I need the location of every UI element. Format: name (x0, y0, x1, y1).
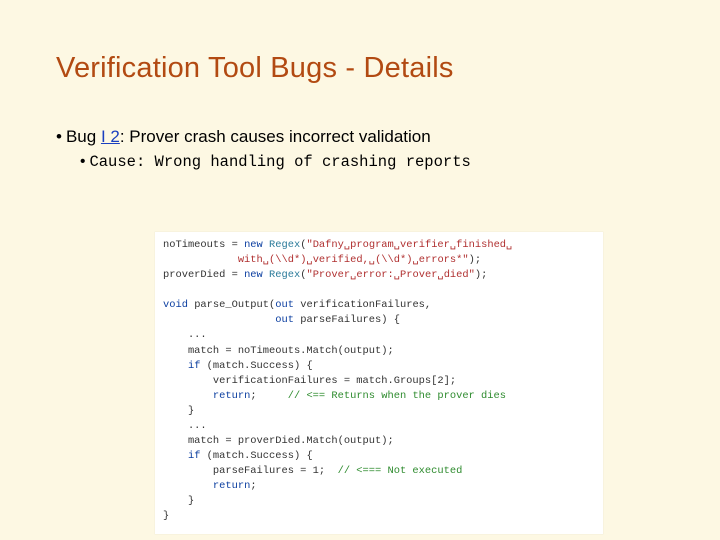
code-text: proverDied = (163, 269, 244, 281)
code-snippet: noTimeouts = new Regex("Dafny␣program␣ve… (155, 232, 603, 534)
bullet-dot: • (80, 153, 85, 170)
code-text: (match.Success) { (200, 450, 312, 462)
code-line: proverDied = new Regex("Prover␣error:␣Pr… (163, 268, 595, 283)
code-line: parseFailures = 1; // <=== Not executed (163, 464, 595, 479)
code-text (163, 450, 188, 462)
code-text (163, 390, 213, 402)
bullet-suffix: : Prover crash causes incorrect validati… (120, 127, 431, 146)
code-line: ... (163, 419, 595, 434)
code-keyword: if (188, 450, 200, 462)
code-line: match = noTimeouts.Match(output); (163, 344, 595, 359)
code-text: verificationFailures, (294, 299, 431, 311)
slide: Verification Tool Bugs - Details •Bug I … (0, 0, 720, 540)
code-keyword: void (163, 299, 188, 311)
code-keyword: return (213, 390, 250, 402)
code-line: if (match.Success) { (163, 449, 595, 464)
code-line: ... (163, 328, 595, 343)
code-line: out parseFailures) { (163, 313, 595, 328)
code-type: Regex (263, 269, 300, 281)
code-line (163, 283, 595, 298)
bullet-level-2: •Cause: Wrong handling of crashing repor… (80, 153, 664, 171)
code-text (163, 360, 188, 372)
code-string: "Prover␣error:␣Prover␣died" (306, 269, 474, 281)
slide-title: Verification Tool Bugs - Details (56, 52, 664, 85)
code-type: Regex (263, 239, 300, 251)
code-comment: // <== Returns when the prover dies (288, 390, 506, 402)
code-keyword: out (275, 299, 294, 311)
code-line: return; (163, 479, 595, 494)
code-line: noTimeouts = new Regex("Dafny␣program␣ve… (163, 238, 595, 253)
bullet-level-1: •Bug I 2: Prover crash causes incorrect … (56, 127, 664, 147)
bullet-dot: • (56, 127, 62, 146)
code-line: if (match.Success) { (163, 359, 595, 374)
code-text (163, 314, 275, 326)
code-text: parse_Output( (188, 299, 275, 311)
code-text: parseFailures) { (294, 314, 400, 326)
code-line: void parse_Output(out verificationFailur… (163, 298, 595, 313)
code-text (163, 480, 213, 492)
code-keyword: new (244, 269, 263, 281)
code-line: return; // <== Returns when the prover d… (163, 389, 595, 404)
code-comment: // <=== Not executed (338, 465, 463, 477)
code-line: } (163, 509, 595, 524)
bullet-prefix: Bug (66, 127, 101, 146)
code-line: match = proverDied.Match(output); (163, 434, 595, 449)
code-line: with␣(\\d*)␣verified,␣(\\d*)␣errors*"); (163, 253, 595, 268)
code-text: ); (469, 254, 481, 266)
code-text: (match.Success) { (200, 360, 312, 372)
code-text: noTimeouts = (163, 239, 244, 251)
code-text: ); (475, 269, 487, 281)
code-string: with␣(\\d*)␣verified,␣(\\d*)␣errors*" (163, 254, 469, 266)
code-keyword: return (213, 480, 250, 492)
code-line: } (163, 494, 595, 509)
cause-text: Cause: Wrong handling of crashing report… (89, 153, 470, 171)
code-text: ; (250, 480, 256, 492)
code-string: "Dafny␣program␣verifier␣finished␣ (306, 239, 512, 251)
code-line: verificationFailures = match.Groups[2]; (163, 374, 595, 389)
code-keyword: out (275, 314, 294, 326)
code-line: } (163, 404, 595, 419)
bug-id-link[interactable]: I 2 (101, 127, 120, 146)
code-text: parseFailures = 1; (163, 465, 338, 477)
code-text: ; (250, 390, 287, 402)
code-keyword: new (244, 239, 263, 251)
code-keyword: if (188, 360, 200, 372)
